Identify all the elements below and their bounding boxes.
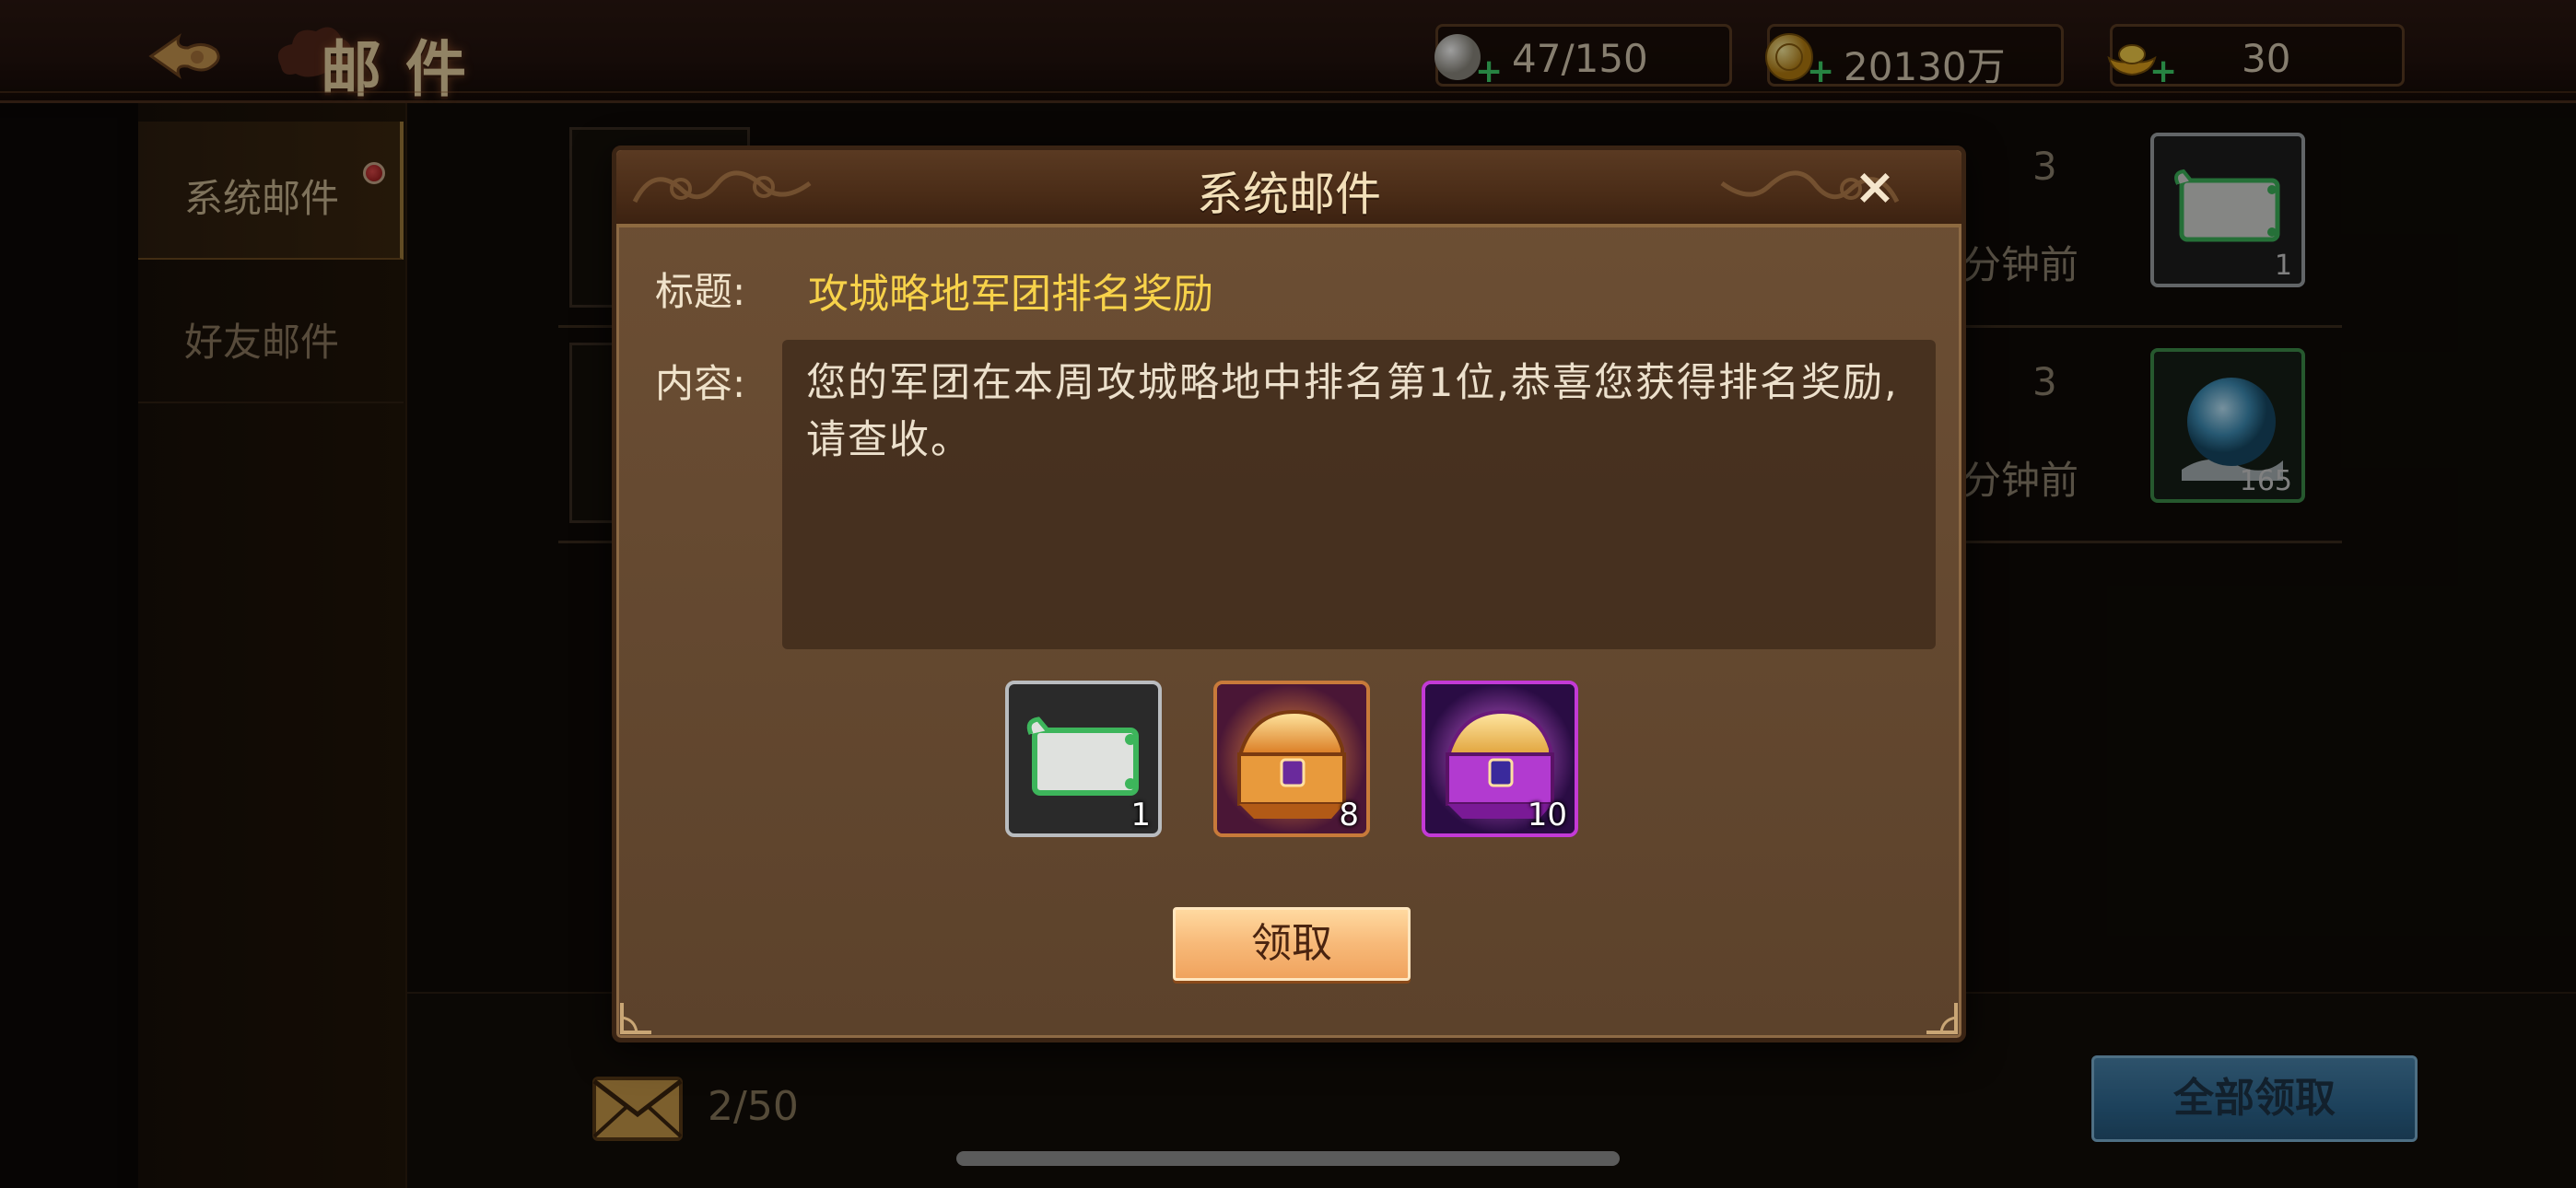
reward-qty: 10 bbox=[1527, 797, 1567, 833]
mail-content-text: 您的军团在本周攻城略地中排名第1位,恭喜您获得排名奖励,请查收。 bbox=[806, 360, 1899, 463]
dialog-title: 系统邮件 bbox=[1197, 168, 1381, 221]
reward-qty: 8 bbox=[1339, 797, 1359, 833]
reward-item-purple-chest[interactable]: 10 bbox=[1422, 681, 1578, 837]
close-icon[interactable]: × bbox=[1849, 162, 1901, 215]
claim-button-label: 领取 bbox=[1251, 920, 1332, 967]
corner-ornament-icon bbox=[1926, 1003, 1958, 1034]
reward-item-scroll[interactable]: 1 bbox=[1005, 681, 1162, 837]
reward-item-orange-chest[interactable]: 8 bbox=[1213, 681, 1370, 837]
content-label: 内容: bbox=[655, 361, 746, 406]
mail-content-box: 您的军团在本周攻城略地中排名第1位,恭喜您获得排名奖励,请查收。 bbox=[782, 340, 1936, 649]
dialog-header: 系统邮件 × bbox=[616, 150, 1961, 227]
reward-qty: 1 bbox=[1130, 797, 1151, 833]
corner-ornament-icon bbox=[620, 1003, 651, 1034]
home-indicator[interactable] bbox=[956, 1151, 1620, 1166]
claim-button[interactable]: 领取 bbox=[1173, 907, 1411, 981]
mail-subject: 攻城略地军团排名奖励 bbox=[808, 271, 1213, 318]
subject-label: 标题: bbox=[655, 269, 746, 314]
mail-detail-dialog: 系统邮件 × 标题: 攻城略地军团排名奖励 内容: 您的军团在本周攻城略地中排名… bbox=[612, 146, 1966, 1042]
